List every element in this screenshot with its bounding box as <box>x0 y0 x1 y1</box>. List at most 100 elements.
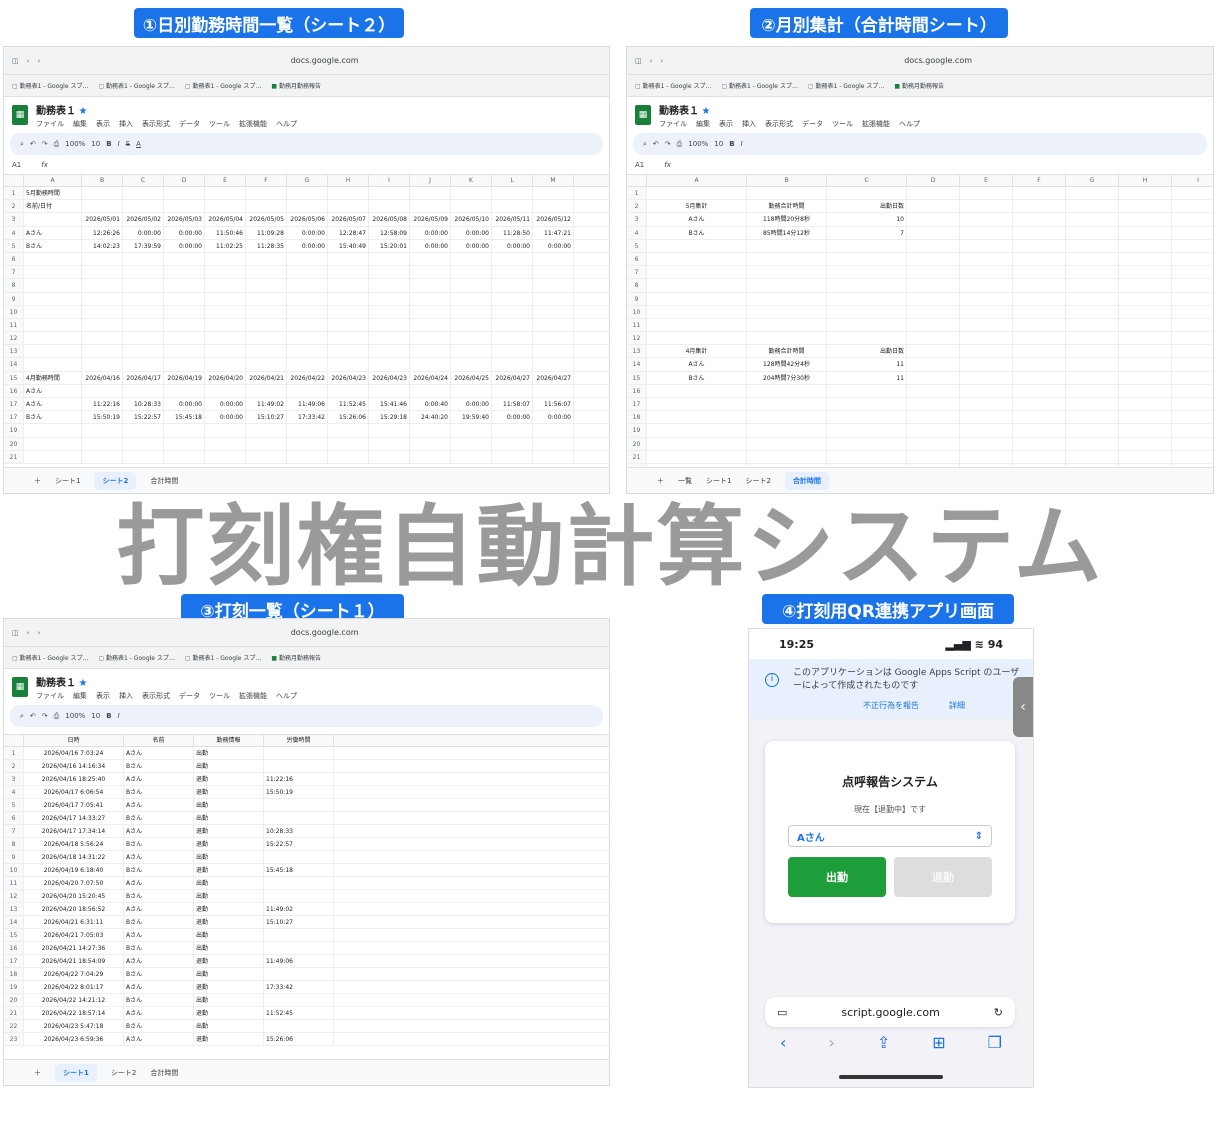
menu-item[interactable]: 拡張機能 <box>862 119 890 129</box>
row-number[interactable]: 19 <box>4 981 24 993</box>
menu-item[interactable]: 表示 <box>96 691 110 701</box>
cell[interactable] <box>1066 239 1119 252</box>
cell[interactable] <box>533 384 574 397</box>
row-number[interactable]: 19 <box>4 424 24 437</box>
cell[interactable]: Aさん <box>124 773 194 785</box>
cell[interactable] <box>1119 424 1172 437</box>
cell[interactable] <box>492 252 533 266</box>
cell[interactable] <box>451 437 492 450</box>
bold-button[interactable]: B <box>106 140 111 148</box>
cell[interactable] <box>205 252 246 266</box>
cell[interactable]: 0:00:40 <box>410 398 451 411</box>
row-number[interactable]: 10 <box>4 305 24 318</box>
cell[interactable]: 0:00:00 <box>451 239 492 252</box>
cell[interactable] <box>747 305 827 318</box>
menu-item[interactable]: 編集 <box>73 119 87 129</box>
cell[interactable]: 出勤 <box>194 760 264 772</box>
menu-item[interactable]: 拡張機能 <box>239 691 267 701</box>
cell[interactable] <box>328 332 369 345</box>
row-number[interactable]: 9 <box>4 292 24 305</box>
cell[interactable] <box>960 371 1013 384</box>
cell[interactable] <box>205 450 246 463</box>
cell[interactable] <box>960 187 1013 200</box>
menu-item[interactable]: 挿入 <box>119 119 133 129</box>
cell[interactable]: 2026/05/08 <box>369 213 410 226</box>
cell[interactable] <box>164 279 205 292</box>
cell[interactable] <box>82 318 123 332</box>
cell[interactable] <box>1013 358 1066 371</box>
cell[interactable] <box>1172 319 1213 331</box>
cell[interactable] <box>369 450 410 463</box>
cell[interactable]: 11:22:16 <box>82 398 123 411</box>
cell[interactable]: 2026/04/22 7:04:29 <box>24 968 124 980</box>
cell[interactable] <box>533 266 574 279</box>
row-number[interactable]: 23 <box>4 1033 24 1045</box>
cell[interactable] <box>647 332 747 345</box>
column-header[interactable]: M <box>533 175 574 186</box>
cell[interactable] <box>205 358 246 371</box>
cell[interactable]: 2026/04/20 7:07:50 <box>24 877 124 889</box>
cell[interactable]: 11:28:50 <box>492 226 533 239</box>
cell[interactable] <box>1172 187 1213 199</box>
cell[interactable] <box>747 252 827 266</box>
cell[interactable] <box>533 345 574 358</box>
cell[interactable]: 0:00:00 <box>164 398 205 411</box>
cell[interactable] <box>264 851 334 863</box>
cell[interactable]: Bさん <box>124 916 194 928</box>
row-number[interactable]: 12 <box>627 332 647 345</box>
browser-tab[interactable]: 勤務表1 - Google スプ… <box>721 81 798 90</box>
cell[interactable]: Bさん <box>24 411 82 424</box>
employee-select[interactable]: Aさん ⇕ <box>788 825 992 847</box>
row-number[interactable]: 18 <box>4 968 24 980</box>
cell[interactable] <box>1119 332 1172 345</box>
cell[interactable] <box>492 424 533 437</box>
cell[interactable]: Bさん <box>124 786 194 798</box>
menu-item[interactable]: ツール <box>832 119 853 129</box>
menu-item[interactable]: 挿入 <box>119 691 133 701</box>
row-number[interactable]: 3 <box>4 213 24 226</box>
cell[interactable] <box>205 266 246 279</box>
cell[interactable] <box>960 200 1013 213</box>
cell[interactable] <box>328 450 369 463</box>
cell[interactable]: 11:50:46 <box>205 226 246 239</box>
cell[interactable] <box>960 239 1013 252</box>
cell[interactable] <box>164 187 205 200</box>
cell[interactable] <box>287 266 328 279</box>
cell[interactable] <box>827 279 907 292</box>
cell[interactable]: 2026/04/17 7:05:41 <box>24 799 124 811</box>
column-header[interactable]: 名前 <box>124 735 194 746</box>
cell[interactable] <box>960 252 1013 266</box>
cell[interactable] <box>1066 200 1119 213</box>
cell[interactable] <box>960 411 1013 424</box>
cell[interactable] <box>1172 332 1213 344</box>
cell[interactable]: 5月勤務時間 <box>24 187 82 200</box>
row-number[interactable]: 2 <box>4 760 24 772</box>
cell[interactable] <box>164 292 205 305</box>
cell[interactable]: 2026/05/06 <box>287 213 328 226</box>
menu-item[interactable]: ツール <box>209 119 230 129</box>
cell[interactable]: 出勤日数 <box>827 200 907 213</box>
cell[interactable] <box>369 252 410 266</box>
row-number[interactable]: 20 <box>627 437 647 450</box>
tab-total[interactable]: 合計時間 <box>150 1068 178 1078</box>
cell[interactable] <box>287 279 328 292</box>
cell[interactable] <box>328 305 369 318</box>
cell[interactable] <box>1066 450 1119 463</box>
cell[interactable] <box>533 450 574 463</box>
cell[interactable] <box>647 384 747 397</box>
back-icon[interactable]: ‹ <box>650 57 653 65</box>
cell[interactable] <box>410 332 451 345</box>
cell[interactable] <box>287 292 328 305</box>
cell[interactable]: 11:52:45 <box>264 1007 334 1019</box>
cell[interactable] <box>907 226 960 239</box>
cell[interactable] <box>533 424 574 437</box>
browser-tab[interactable]: 勤務表1 - Google スプ… <box>808 81 884 90</box>
cell[interactable]: 2026/04/21 18:54:09 <box>24 955 124 967</box>
cell[interactable]: 2026/04/27 <box>492 371 533 384</box>
cell[interactable] <box>827 332 907 345</box>
cell[interactable] <box>747 239 827 252</box>
browser-tab[interactable]: 勤務表1 - Google スプ… <box>98 653 175 662</box>
cell[interactable]: 0:00:00 <box>164 226 205 239</box>
cell[interactable] <box>492 318 533 332</box>
cell[interactable] <box>164 200 205 213</box>
